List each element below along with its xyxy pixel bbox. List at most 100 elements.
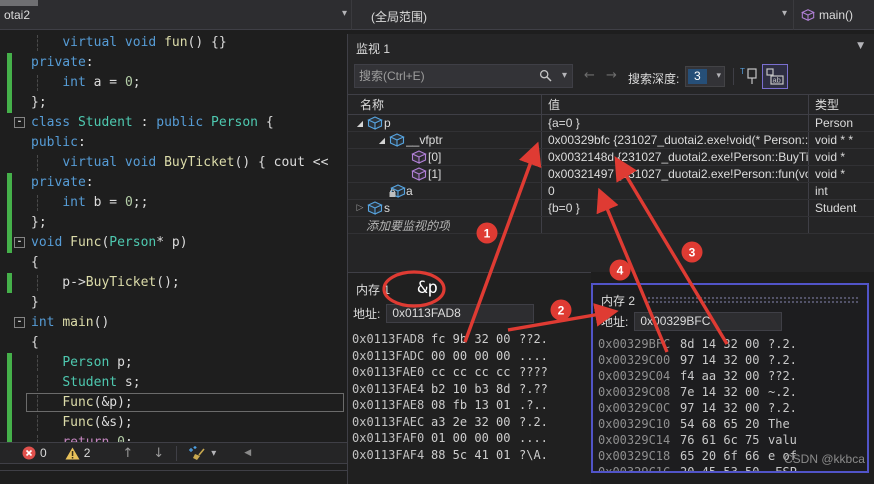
search-options-caret-icon[interactable]: ▾: [562, 70, 567, 81]
indent-guide: [37, 75, 38, 91]
errors-button[interactable]: 0: [22, 446, 47, 460]
expander-open-icon[interactable]: ◢: [354, 119, 366, 128]
pin-button[interactable]: T: [740, 66, 760, 86]
code-line[interactable]: int main(): [0, 313, 347, 333]
memory-address: 0x0113FAE8: [352, 398, 425, 412]
memory-ascii: The: [768, 417, 790, 431]
memory2-title-bar[interactable]: 内存 2: [593, 285, 867, 309]
memory1-title-bar[interactable]: 内存 1 &p: [348, 273, 591, 301]
code-line[interactable]: Student s;: [0, 373, 347, 393]
code-line[interactable]: };: [0, 213, 347, 233]
watch-title-bar[interactable]: 监视 1 ▼: [348, 34, 874, 60]
expander-closed-icon[interactable]: ▷: [354, 203, 366, 213]
watch-row[interactable]: [0] 0x0032148d {231027_duotai2.exe!Person…: [348, 149, 874, 166]
window-menu-caret-icon[interactable]: ▼: [857, 41, 864, 51]
watch-row[interactable]: a 0 int: [348, 183, 874, 200]
code-line[interactable]: private:: [0, 53, 347, 73]
memory1-address-input[interactable]: [386, 303, 535, 323]
column-header-value[interactable]: 值: [542, 95, 809, 114]
code-line[interactable]: int b = 0;;: [0, 193, 347, 213]
column-header-type[interactable]: 类型: [809, 95, 874, 114]
next-issue-button[interactable]: ↓: [153, 446, 164, 461]
chevron-down-icon[interactable]: ▾: [716, 71, 721, 81]
code-line[interactable]: Func(&s);: [0, 413, 347, 433]
navigation-bar: otai2 ▾ (全局范围) ▾ main(): [0, 0, 874, 30]
search-input[interactable]: [359, 66, 527, 86]
memory-hex-bytes: 7e 14 32 00: [680, 385, 760, 399]
code-line[interactable]: {: [0, 253, 347, 273]
watch-row[interactable]: [1] 0x00321497 {231027_duotai2.exe!Person…: [348, 166, 874, 183]
search-icon[interactable]: [539, 69, 552, 82]
scope-dropdown[interactable]: (全局范围) ▾: [353, 0, 794, 30]
code-line[interactable]: void Func(Person* p): [0, 233, 347, 253]
search-depth-select[interactable]: 3 ▾: [685, 66, 725, 87]
watch-value-cell: [542, 217, 809, 233]
memory-ascii: ??2.: [519, 332, 548, 346]
member-dropdown[interactable]: main(): [795, 0, 874, 30]
collapse-panel-icon[interactable]: ◀: [244, 448, 251, 458]
code-line[interactable]: p->BuyTicket();: [0, 273, 347, 293]
watch-search-box[interactable]: ▾: [354, 64, 573, 88]
fold-marker-icon[interactable]: [14, 237, 25, 248]
code-text: virtual void fun() {}: [62, 35, 227, 50]
code-editor[interactable]: virtual void fun() {} private: int a = 0;…: [0, 31, 347, 442]
code-line[interactable]: public:: [0, 133, 347, 153]
watch-add-row[interactable]: 添加要监视的项: [348, 217, 874, 234]
back-arrow-icon[interactable]: ←: [584, 68, 595, 83]
code-line[interactable]: };: [0, 93, 347, 113]
code-text: };: [31, 215, 47, 230]
code-line[interactable]: virtual void BuyTicket() { cout <<: [0, 153, 347, 173]
watch-row[interactable]: ▷ s {b=0 } Student: [348, 200, 874, 217]
editor-status-toolbar: 0 2 ↑ ↓ ▾ ◀: [0, 442, 347, 464]
code-line[interactable]: private:: [0, 173, 347, 193]
memory-hex-bytes: 20 45 53 50: [680, 465, 760, 473]
watermark: CSDN @kkbca: [784, 452, 865, 466]
memory-ascii: ~.2.: [768, 385, 797, 399]
watch-type-cell: int: [815, 184, 828, 198]
memory-hex-bytes: 00 00 00 00: [431, 348, 511, 363]
watch-row[interactable]: ◢ p {a=0 } Person: [348, 115, 874, 132]
code-line[interactable]: {: [0, 333, 347, 353]
text-visualizer-button[interactable]: ab: [762, 64, 788, 89]
code-text: void Func(Person* p): [31, 235, 188, 250]
memory-ascii: .?..: [519, 398, 548, 412]
fold-marker-icon[interactable]: [14, 317, 25, 328]
code-line[interactable]: return 0;: [0, 433, 347, 442]
chevron-down-icon[interactable]: ▾: [342, 8, 347, 19]
chevron-down-icon[interactable]: ▾: [782, 8, 787, 19]
memory-ascii: ?.2.: [768, 337, 797, 351]
annotation-text: &p: [417, 277, 438, 298]
project-dropdown[interactable]: otai2 ▾: [0, 0, 352, 30]
code-line[interactable]: int a = 0;: [0, 73, 347, 93]
warnings-button[interactable]: 2: [65, 446, 90, 460]
code-cleanup-button[interactable]: ▾: [189, 445, 216, 461]
divider: [733, 68, 734, 85]
drag-handle[interactable]: [647, 295, 859, 305]
code-line[interactable]: Person p;: [0, 353, 347, 373]
column-header-name[interactable]: 名称: [348, 95, 542, 114]
expander-open-icon[interactable]: ◢: [376, 136, 388, 145]
memory2-address-input[interactable]: [634, 311, 783, 331]
change-bar: [7, 433, 12, 442]
code-text: int main(): [31, 315, 110, 330]
code-line-current[interactable]: Func(&p);: [0, 393, 347, 413]
change-bar: [7, 193, 12, 213]
previous-issue-button[interactable]: ↑: [122, 446, 133, 461]
code-line[interactable]: virtual void fun() {}: [0, 33, 347, 53]
code-line[interactable]: class Student : public Person {: [0, 113, 347, 133]
change-bar: [7, 173, 12, 193]
code-line[interactable]: }: [0, 293, 347, 313]
fold-marker-icon[interactable]: [14, 117, 25, 128]
memory-hex-bytes: 01 00 00 00: [431, 431, 511, 445]
chevron-down-icon[interactable]: ▾: [211, 448, 216, 459]
forward-arrow-icon[interactable]: →: [606, 68, 617, 83]
memory-window-2: 内存 2 地址: 0x00329BFC8d 14 32 00?.2.0x0032…: [591, 283, 869, 473]
watch-name-cell: [0]: [348, 149, 542, 165]
search-depth-label: 搜索深度:: [628, 72, 680, 86]
watch-name: [0]: [428, 150, 442, 164]
code-text: int a = 0;: [62, 75, 141, 90]
memory-hex-bytes: b2 10 b3 8d: [431, 381, 511, 396]
change-bar: [7, 393, 12, 413]
watch-row[interactable]: ◢ __vfptr 0x00329bfc {231027_duotai2.exe!v…: [348, 132, 874, 149]
indent-guide: [37, 415, 38, 431]
